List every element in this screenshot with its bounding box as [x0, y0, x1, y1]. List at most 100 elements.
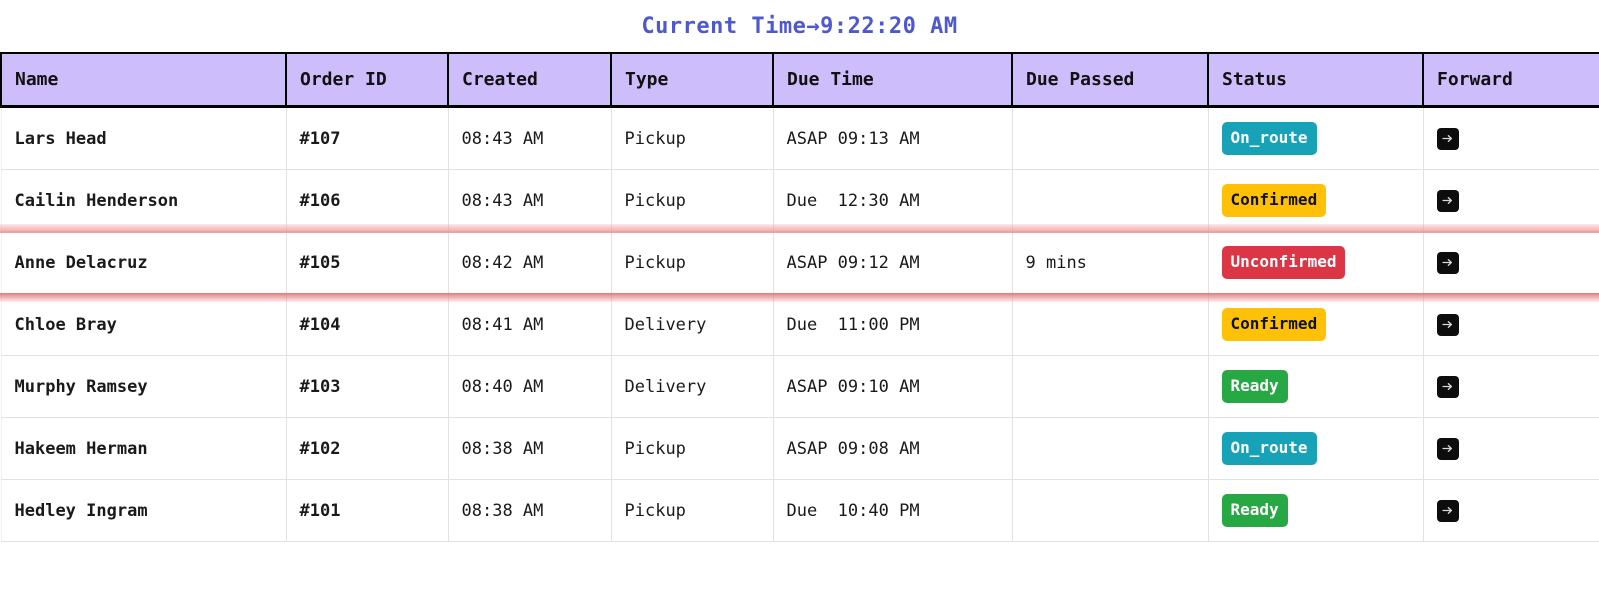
cell-status: Confirmed — [1208, 294, 1423, 356]
cell-created-time: 08:38 AM — [448, 480, 611, 542]
table-row[interactable]: Hedley Ingram#10108:38 AMPickupDue 10:40… — [1, 480, 1599, 542]
cell-customer-name: Hedley Ingram — [1, 480, 286, 542]
cell-due-time: ASAP 09:08 AM — [773, 418, 1012, 480]
cell-order-type: Pickup — [611, 418, 773, 480]
cell-due-passed — [1012, 294, 1208, 356]
page-title: Current Time→9:22:20 AM — [641, 14, 957, 39]
status-badge[interactable]: Ready — [1222, 370, 1288, 403]
cell-order-id: #105 — [286, 232, 448, 294]
cell-order-id: #101 — [286, 480, 448, 542]
cell-forward — [1423, 480, 1599, 542]
status-badge[interactable]: Confirmed — [1222, 308, 1327, 341]
status-badge[interactable]: Unconfirmed — [1222, 246, 1346, 279]
orders-table: Name Order ID Created Type Due Time Due … — [0, 52, 1599, 542]
orders-table-head: Name Order ID Created Type Due Time Due … — [1, 53, 1599, 107]
orders-dashboard-page: Current Time→9:22:20 AM Name Order ID Cr… — [0, 0, 1599, 599]
column-header-created[interactable]: Created — [448, 53, 611, 107]
forward-order-button[interactable] — [1437, 190, 1459, 212]
cell-customer-name: Cailin Henderson — [1, 170, 286, 232]
column-header-name[interactable]: Name — [1, 53, 286, 107]
cell-forward — [1423, 418, 1599, 480]
cell-order-id: #102 — [286, 418, 448, 480]
table-row[interactable]: Cailin Henderson#10608:43 AMPickupDue 12… — [1, 170, 1599, 232]
status-badge[interactable]: On_route — [1222, 432, 1317, 465]
cell-due-passed — [1012, 170, 1208, 232]
forward-order-button[interactable] — [1437, 500, 1459, 522]
table-row[interactable]: Anne Delacruz#10508:42 AMPickupASAP 09:1… — [1, 232, 1599, 294]
table-row[interactable]: Lars Head#10708:43 AMPickupASAP 09:13 AM… — [1, 107, 1599, 170]
cell-due-passed — [1012, 356, 1208, 418]
current-time-bar: Current Time→9:22:20 AM — [0, 0, 1599, 52]
cell-created-time: 08:41 AM — [448, 294, 611, 356]
cell-customer-name: Murphy Ramsey — [1, 356, 286, 418]
cell-due-time: Due 11:00 PM — [773, 294, 1012, 356]
cell-order-type: Pickup — [611, 170, 773, 232]
orders-table-body: Lars Head#10708:43 AMPickupASAP 09:13 AM… — [1, 107, 1599, 542]
column-header-due-time[interactable]: Due Time — [773, 53, 1012, 107]
cell-order-id: #104 — [286, 294, 448, 356]
cell-forward — [1423, 170, 1599, 232]
cell-status: Unconfirmed — [1208, 232, 1423, 294]
column-header-order-id[interactable]: Order ID — [286, 53, 448, 107]
cell-order-id: #106 — [286, 170, 448, 232]
status-badge[interactable]: Confirmed — [1222, 184, 1327, 217]
cell-due-time: ASAP 09:13 AM — [773, 107, 1012, 170]
table-row[interactable]: Chloe Bray#10408:41 AMDeliveryDue 11:00 … — [1, 294, 1599, 356]
table-row[interactable]: Hakeem Herman#10208:38 AMPickupASAP 09:0… — [1, 418, 1599, 480]
cell-due-time: ASAP 09:12 AM — [773, 232, 1012, 294]
status-badge[interactable]: Ready — [1222, 494, 1288, 527]
cell-customer-name: Hakeem Herman — [1, 418, 286, 480]
status-badge[interactable]: On_route — [1222, 122, 1317, 155]
cell-due-time: Due 10:40 PM — [773, 480, 1012, 542]
cell-order-type: Pickup — [611, 107, 773, 170]
cell-status: Confirmed — [1208, 170, 1423, 232]
orders-table-scroll-container[interactable]: Name Order ID Created Type Due Time Due … — [0, 52, 1599, 542]
cell-customer-name: Chloe Bray — [1, 294, 286, 356]
cell-created-time: 08:38 AM — [448, 418, 611, 480]
cell-status: Ready — [1208, 356, 1423, 418]
cell-status: On_route — [1208, 418, 1423, 480]
forward-order-button[interactable] — [1437, 438, 1459, 460]
arrow-right-icon — [1441, 318, 1454, 331]
cell-due-passed: 9 mins — [1012, 232, 1208, 294]
arrow-right-icon — [1441, 442, 1454, 455]
cell-forward — [1423, 294, 1599, 356]
column-header-status[interactable]: Status — [1208, 53, 1423, 107]
cell-customer-name: Lars Head — [1, 107, 286, 170]
column-header-due-passed[interactable]: Due Passed — [1012, 53, 1208, 107]
cell-customer-name: Anne Delacruz — [1, 232, 286, 294]
cell-due-passed — [1012, 480, 1208, 542]
cell-order-type: Pickup — [611, 480, 773, 542]
arrow-right-icon — [1441, 256, 1454, 269]
cell-status: On_route — [1208, 107, 1423, 170]
arrow-right-icon — [1441, 380, 1454, 393]
cell-created-time: 08:43 AM — [448, 107, 611, 170]
cell-due-time: ASAP 09:10 AM — [773, 356, 1012, 418]
forward-order-button[interactable] — [1437, 314, 1459, 336]
arrow-right-icon — [1441, 194, 1454, 207]
cell-order-type: Pickup — [611, 232, 773, 294]
forward-order-button[interactable] — [1437, 252, 1459, 274]
cell-due-time: Due 12:30 AM — [773, 170, 1012, 232]
cell-order-type: Delivery — [611, 294, 773, 356]
cell-created-time: 08:42 AM — [448, 232, 611, 294]
cell-forward — [1423, 232, 1599, 294]
arrow-right-icon — [1441, 132, 1454, 145]
forward-order-button[interactable] — [1437, 376, 1459, 398]
cell-order-id: #107 — [286, 107, 448, 170]
cell-forward — [1423, 356, 1599, 418]
arrow-right-icon — [1441, 504, 1454, 517]
cell-order-type: Delivery — [611, 356, 773, 418]
cell-created-time: 08:40 AM — [448, 356, 611, 418]
table-header-row: Name Order ID Created Type Due Time Due … — [1, 53, 1599, 107]
column-header-type[interactable]: Type — [611, 53, 773, 107]
cell-order-id: #103 — [286, 356, 448, 418]
cell-due-passed — [1012, 107, 1208, 170]
column-header-forward[interactable]: Forward — [1423, 53, 1599, 107]
forward-order-button[interactable] — [1437, 128, 1459, 150]
cell-status: Ready — [1208, 480, 1423, 542]
cell-forward — [1423, 107, 1599, 170]
table-row[interactable]: Murphy Ramsey#10308:40 AMDeliveryASAP 09… — [1, 356, 1599, 418]
cell-created-time: 08:43 AM — [448, 170, 611, 232]
cell-due-passed — [1012, 418, 1208, 480]
